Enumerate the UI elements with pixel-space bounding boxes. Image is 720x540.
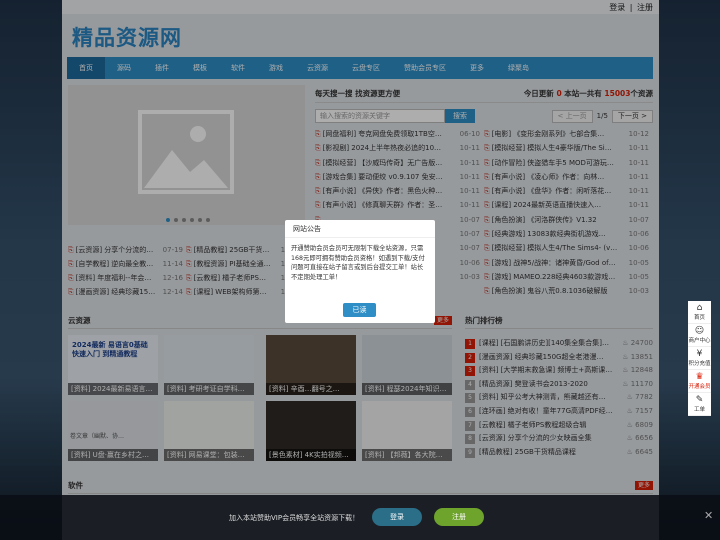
side-toolbar: ⌂ 首页 ☺ 商户中心 ¥ 积分充值 ♛ 开通会员 ✎ 工单 [688, 301, 711, 416]
side-tool-label: 商户中心 [688, 338, 711, 344]
modal-ok-button[interactable]: 已读 [343, 303, 376, 317]
bottom-register-button[interactable]: 注册 [434, 508, 484, 526]
ticket-icon: ✎ [695, 395, 704, 405]
side-tool-label: 积分充值 [688, 361, 711, 367]
modal-title: 网站公告 [285, 220, 435, 238]
bottom-login-button[interactable]: 登录 [372, 508, 422, 526]
modal-body: 开通赞助会员会员可无限制下载全站资源，只需168元即可拥有赞助会员资格！如遇到下… [291, 245, 425, 281]
vip-icon: ♛ [695, 372, 704, 382]
coin-icon: ¥ [696, 349, 703, 359]
home-icon: ⌂ [696, 303, 703, 313]
user-icon: ☺ [694, 326, 705, 336]
side-tool-label: 工单 [693, 407, 705, 413]
side-tool-label: 首页 [693, 315, 705, 321]
announcement-modal: 网站公告 开通赞助会员会员可无限制下载全站资源，只需168元即可拥有赞助会员资格… [285, 220, 435, 323]
side-tool[interactable]: ✎ 工单 [688, 393, 711, 416]
vip-message: 加入本站赞助VIP会员畅享全站资源下载！ [229, 514, 360, 522]
close-icon[interactable]: ✕ [704, 509, 713, 522]
side-tool[interactable]: ⌂ 首页 [688, 301, 711, 324]
side-tool-label: 开通会员 [688, 384, 711, 390]
side-tool[interactable]: ¥ 积分充值 [688, 347, 711, 370]
bottom-vip-bar: 加入本站赞助VIP会员畅享全站资源下载！ 登录 注册 ✕ [0, 495, 720, 540]
side-tool[interactable]: ♛ 开通会员 [688, 370, 711, 393]
side-tool[interactable]: ☺ 商户中心 [688, 324, 711, 347]
